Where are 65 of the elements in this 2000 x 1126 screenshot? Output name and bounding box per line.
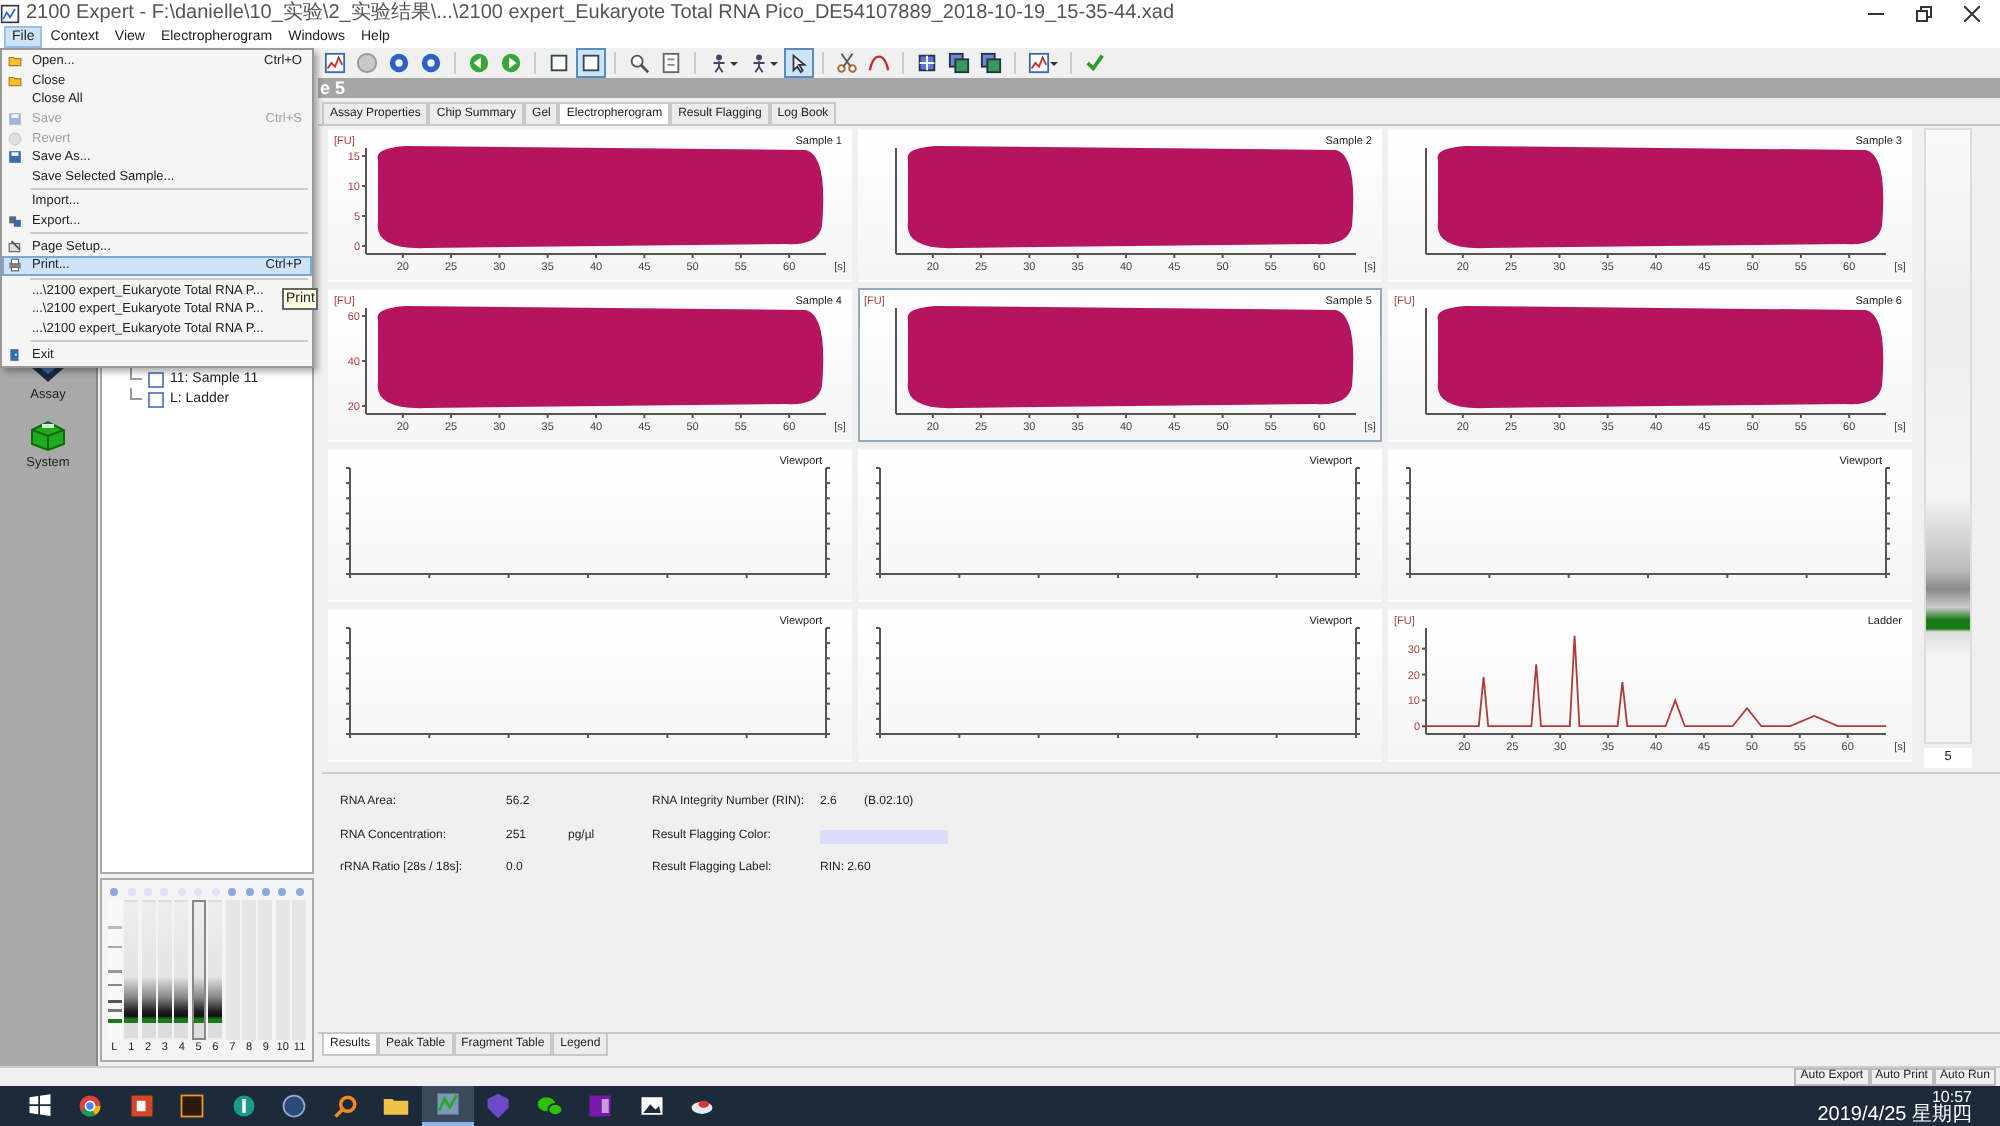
image-icon[interactable] — [948, 52, 970, 74]
pointer-icon[interactable] — [788, 52, 810, 74]
y-axis — [361, 307, 367, 415]
setup-icon — [8, 239, 22, 254]
y-axis — [895, 147, 897, 255]
gel-lane[interactable] — [157, 900, 172, 1040]
clock-date: 2019/4/25 星期四 — [1817, 1105, 1972, 1125]
y-axis — [1425, 307, 1427, 415]
checkbox[interactable] — [148, 371, 164, 387]
frame-icon[interactable] — [580, 52, 602, 74]
well-dot — [261, 887, 270, 895]
frame-icon[interactable] — [548, 52, 570, 74]
caret-icon[interactable] — [730, 59, 738, 67]
tile-icon — [127, 1092, 156, 1120]
scissors-icon[interactable] — [836, 52, 858, 74]
gel-lane[interactable] — [141, 900, 156, 1040]
start-icon — [25, 1092, 54, 1120]
app-icon — [433, 1090, 462, 1118]
checkbox[interactable] — [148, 391, 164, 407]
well-dot — [278, 887, 287, 895]
y-axis — [895, 307, 897, 415]
disc-icon — [229, 1092, 258, 1120]
image-icon[interactable] — [980, 52, 1002, 74]
curve-icon[interactable] — [868, 52, 890, 74]
chart-icon[interactable] — [324, 52, 346, 74]
door-icon — [8, 347, 22, 362]
magnifier-icon[interactable] — [628, 52, 650, 74]
caret-icon[interactable] — [770, 59, 778, 67]
disc-icon — [8, 131, 22, 146]
ring-icon — [76, 1092, 105, 1120]
close-icon[interactable] — [1964, 5, 1980, 21]
restore-icon[interactable] — [1916, 5, 1932, 21]
printer-icon — [8, 258, 22, 273]
well-dot — [245, 887, 254, 895]
disc-icon[interactable] — [388, 52, 410, 74]
chart-icon[interactable] — [1028, 52, 1050, 74]
clock-time: 10:57 — [1931, 1087, 1972, 1105]
toolbox-icon[interactable] — [27, 416, 68, 452]
page-icon[interactable] — [660, 52, 682, 74]
note-icon — [586, 1092, 615, 1120]
image-icon — [637, 1092, 666, 1120]
well-dot — [295, 887, 304, 895]
well-dot — [228, 887, 237, 895]
y-axis — [361, 147, 367, 255]
figure-icon[interactable] — [708, 52, 730, 74]
gel-lane[interactable] — [191, 900, 206, 1040]
figure-icon[interactable] — [748, 52, 770, 74]
gel-lane[interactable] — [174, 900, 189, 1040]
gel-lane[interactable] — [124, 900, 139, 1040]
shield-icon — [484, 1092, 513, 1120]
boxes-icon — [8, 214, 22, 229]
well-dot — [110, 887, 119, 895]
y-axis — [1425, 147, 1427, 255]
chat-icon — [535, 1092, 564, 1120]
caret-icon[interactable] — [1050, 59, 1058, 67]
ring-icon — [280, 1092, 309, 1120]
disc-icon[interactable] — [420, 52, 442, 74]
check-icon[interactable] — [1084, 52, 1106, 74]
y-axis — [1421, 627, 1427, 735]
grid-icon[interactable] — [916, 52, 938, 74]
gel-lane[interactable] — [208, 900, 223, 1040]
tile-icon — [178, 1092, 207, 1120]
panel-header: e 5 — [320, 78, 346, 98]
search-icon — [331, 1092, 360, 1120]
window-title: 2100 Expert - F:\danielle\10_实验\2_实验结果\...\2100 expert_Eukaryote Total RNA Pico_DE54107889_2018-10-19_15-35-44.xad — [24, 0, 1177, 26]
